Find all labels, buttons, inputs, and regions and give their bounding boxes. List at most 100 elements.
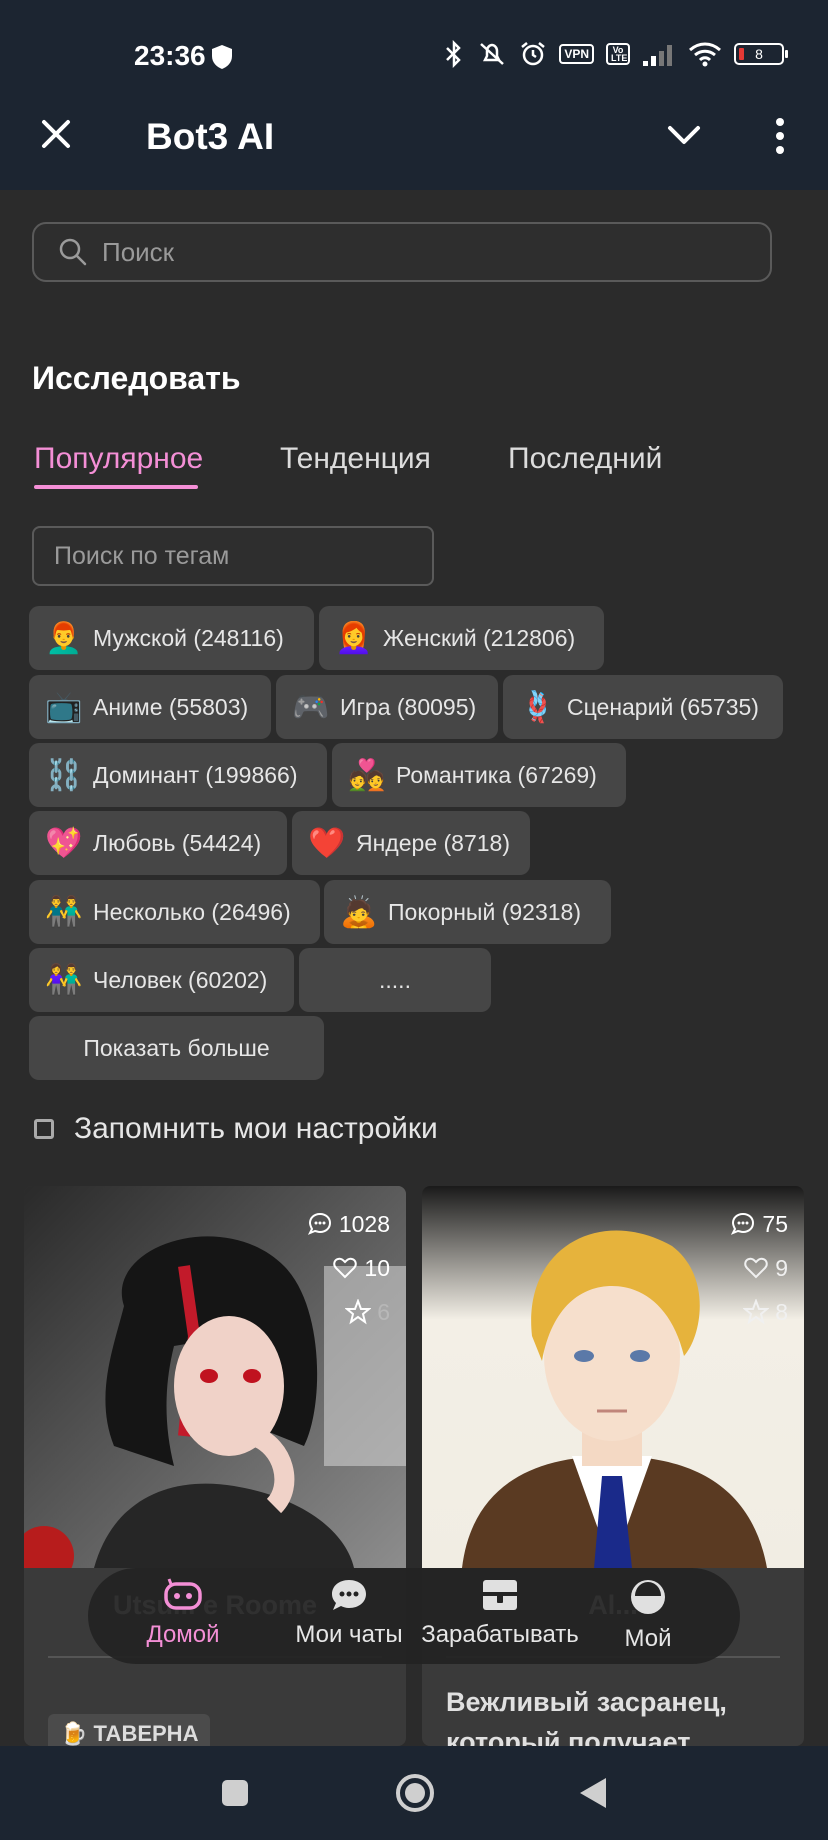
tag-chip-male[interactable]: 👨‍🦰 Мужской (248116) [29,606,314,670]
app-title: Bot3 AI [146,116,275,157]
tag-label: Сценарий (65735) [567,693,759,720]
tab-underline [34,485,198,489]
tag-chip-dominant[interactable]: ⛓️ Доминант (199866) [29,743,327,807]
heart-outline-icon [333,1257,358,1279]
bot-icon [164,1578,202,1610]
tag-label: Игра (80095) [340,693,477,720]
remember-settings[interactable]: Запомнить мои настройки [34,1112,438,1146]
tag-chip-romance[interactable]: 💑 Романтика (67269) [332,743,626,807]
nav-home-label: Домой [146,1621,220,1648]
search-icon [59,238,87,266]
card-description: Вежливый засранец, который получает [446,1687,727,1746]
tag-chip-ellipsis[interactable]: ..... [299,948,491,1012]
tag-label: Любовь (54424) [93,829,262,856]
chat-bubble-icon [332,1580,366,1610]
tag-label: Аниме (55803) [93,693,249,720]
bluetooth-icon [446,40,462,68]
bottom-nav: Домой Мои чаты Зарабатывать Мой [88,1568,740,1664]
nav-earn-label: Зарабатывать [421,1621,579,1648]
alarm-icon [521,42,546,66]
tv-icon: 📺 [45,690,83,724]
recents-icon[interactable] [220,1778,250,1808]
tag-chip-game[interactable]: 🎮 Игра (80095) [276,675,498,739]
tag-chip-human[interactable]: 👫 Человек (60202) [29,948,294,1012]
like-count: 9 [730,1246,788,1290]
like-count-value: 9 [775,1254,788,1281]
chat-bubble-icon [307,1212,331,1235]
card-stats: 1028 10 6 [307,1202,390,1334]
remember-label: Запомнить мои настройки [74,1112,438,1145]
tag-chip-yandere[interactable]: ❤️ Яндере (8718) [292,811,530,875]
star-count-value: 8 [775,1298,788,1325]
tag-chip-love[interactable]: 💖 Любовь (54424) [29,811,287,875]
tab-trending[interactable]: Тенденция [280,442,431,476]
status-icons: VPN Vo LTE 8 [443,40,788,68]
nav-profile[interactable]: Мой [598,1578,698,1653]
tag-chip-anime[interactable]: 📺 Аниме (55803) [29,675,271,739]
back-icon[interactable] [578,1776,608,1810]
search-bar[interactable] [32,222,772,282]
wallet-icon [483,1580,517,1610]
tag-chip-submissive[interactable]: 🙇 Покорный (92318) [324,880,611,944]
chevron-down-icon[interactable] [664,120,704,150]
star-count: 6 [307,1290,390,1334]
shield-icon [212,45,232,69]
tag-label: Романтика (67269) [396,761,597,788]
tag-chip-scenario[interactable]: 🪢 Сценарий (65735) [503,675,783,739]
couple-icon: 💑 [348,758,386,792]
explore-title: Исследовать [32,360,241,396]
tag-label: Человек (60202) [93,966,268,993]
nav-my-chats-label: Мои чаты [295,1621,403,1648]
male-icon: 👨‍🦰 [45,621,83,655]
tag-search-box[interactable] [32,526,434,586]
tag-chip-female[interactable]: 👩‍🦰 Женский (212806) [319,606,604,670]
knot-icon: 🪢 [519,690,557,724]
nav-profile-label: Мой [624,1625,672,1652]
chat-count: 1028 [307,1202,390,1246]
tag-chip-multiple[interactable]: 👬 Несколько (26496) [29,880,320,944]
search-input[interactable] [102,236,722,268]
status-time: 23:36 [134,40,206,71]
star-icon [345,1299,372,1325]
tag-label: ..... [379,966,411,993]
sparkling-heart-icon: 💖 [45,826,83,860]
battery-level: 8 [755,46,763,62]
star-icon [743,1299,770,1325]
signal-icon [643,45,672,66]
card-stats: 75 9 8 [730,1202,788,1334]
close-icon[interactable] [38,116,74,152]
heart-outline-icon [744,1257,768,1279]
people-icon: 👫 [45,963,83,997]
nav-earn[interactable]: Зарабатывать [410,1578,590,1649]
battery-icon: 8 [734,43,788,65]
chat-bubble-icon [731,1212,755,1235]
remember-checkbox[interactable] [34,1119,54,1139]
gamepad-icon: 🎮 [292,690,330,724]
more-vert-icon[interactable] [770,116,790,156]
like-count-value: 10 [364,1254,390,1281]
home-icon[interactable] [394,1772,436,1814]
vpn-badge: VPN [559,44,594,64]
wifi-icon [689,42,721,67]
chains-icon: ⛓️ [45,758,83,792]
tag-search-input[interactable] [54,528,414,584]
tag-label: Доминант (199866) [93,761,298,788]
tab-popular[interactable]: Популярное [34,442,203,476]
two-people-icon: 👬 [45,895,83,929]
tag-label: Мужской (248116) [93,624,284,651]
nav-my-chats[interactable]: Мои чаты [274,1578,424,1649]
tag-label: Несколько (26496) [93,898,291,925]
mute-icon [480,43,505,65]
nav-home[interactable]: Домой [128,1578,238,1649]
tab-latest[interactable]: Последний [508,442,662,476]
show-more-button[interactable]: Показать больше [29,1016,324,1080]
profile-icon [631,1580,665,1614]
chat-count-value: 75 [762,1210,788,1237]
tag-label: Покорный (92318) [388,898,581,925]
tag-label: Женский (212806) [383,624,576,651]
star-count-value: 6 [377,1298,390,1325]
heart-icon: ❤️ [308,826,346,860]
card-tag: 🍺 ТАВЕРНА [48,1714,211,1746]
chat-count-value: 1028 [338,1210,390,1237]
top-bar: 23:36 VPN Vo LTE 8 Bot3 AI [0,0,828,190]
